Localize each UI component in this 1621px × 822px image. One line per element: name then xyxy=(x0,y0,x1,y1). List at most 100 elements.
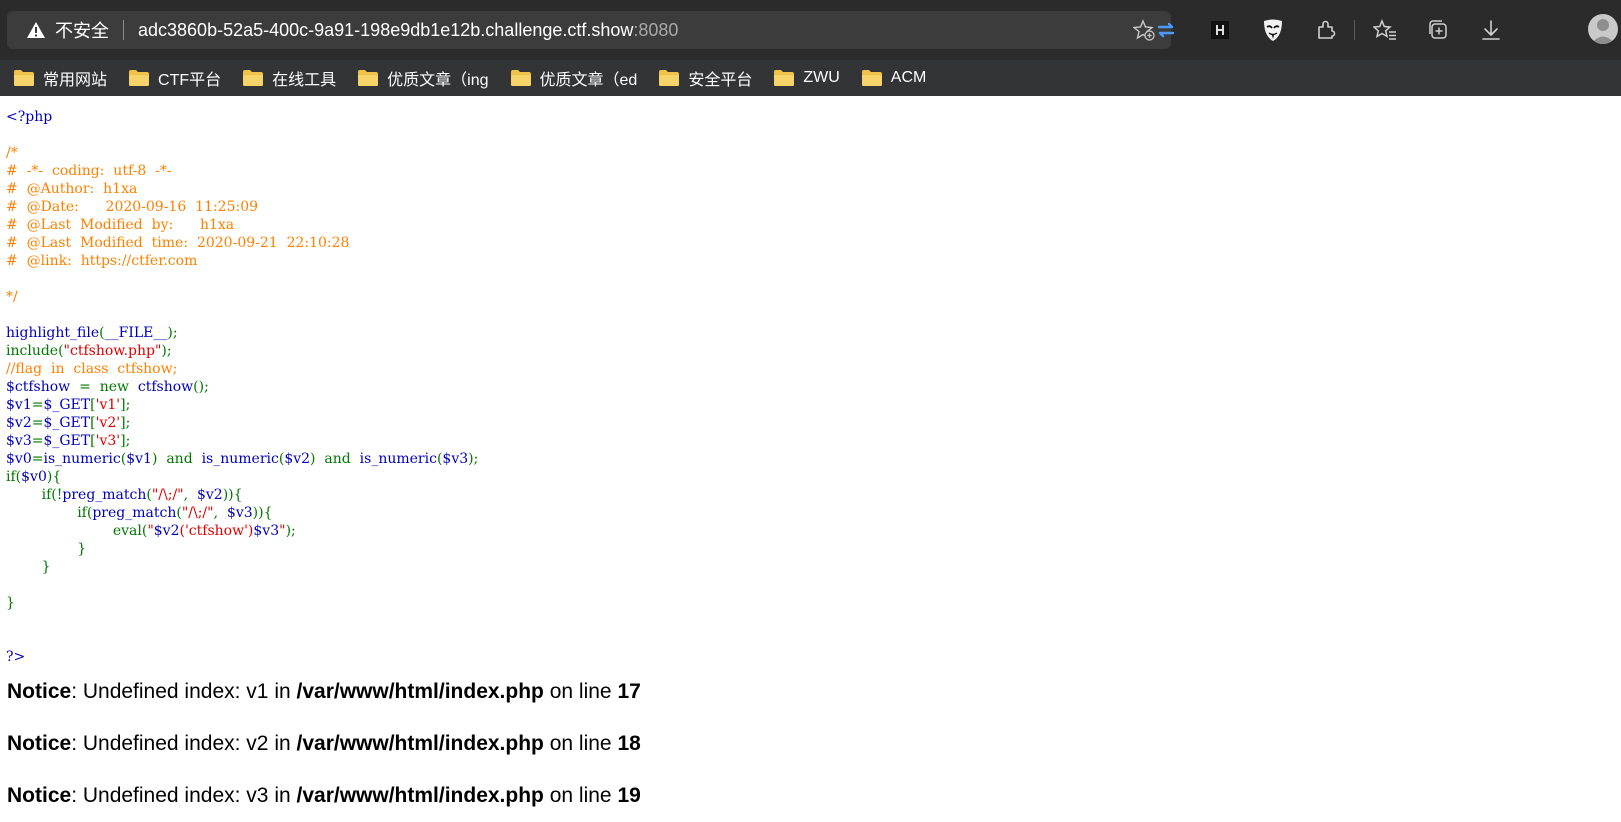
notice-label: Notice xyxy=(7,784,72,807)
folder-icon xyxy=(861,70,882,86)
code-ctfshow-call: ctfshow xyxy=(137,379,194,395)
code-v0: $v0 xyxy=(21,469,47,485)
code-key-v1: 'v1' xyxy=(95,397,121,413)
code-flag-comment: //flag in class ctfshow; xyxy=(6,361,178,377)
notice-on-line: on line xyxy=(543,784,618,807)
bookmark-label: 优质文章（ed xyxy=(539,72,638,89)
php-notices: Notice: Undefined index: v1 in /var/www/… xyxy=(7,666,641,822)
url-port: :8080 xyxy=(633,19,679,40)
code-get: $_GET xyxy=(43,433,91,449)
url-text[interactable]: adc3860b-52a5-400c-9a91-198e9db1e12b.cha… xyxy=(138,20,678,41)
notice-label: Notice xyxy=(7,732,72,755)
code-is-numeric: is_numeric xyxy=(201,451,279,467)
notice-line: Notice: Undefined index: v2 in /var/www/… xyxy=(7,718,641,770)
code-key-v3: 'v3' xyxy=(95,433,121,449)
bookmark-label: ACM xyxy=(890,69,927,86)
bookmark-folder[interactable]: 常用网站 xyxy=(0,64,115,92)
code-eval-kw: eval xyxy=(112,523,142,539)
folder-icon xyxy=(510,70,531,86)
notice-text: : Undefined index: v1 in xyxy=(71,680,297,703)
address-bar[interactable]: 不安全 adc3860b-52a5-400c-9a91-198e9db1e12b… xyxy=(7,11,1171,49)
code-v1: $v1 xyxy=(6,397,32,413)
code-v3: $v3 xyxy=(6,433,32,449)
folder-icon xyxy=(659,70,680,86)
code-include-file: "ctfshow.php" xyxy=(63,343,162,359)
downloads-icon[interactable] xyxy=(1478,17,1504,43)
code-new-kw: new xyxy=(99,379,129,395)
code-if-kw: if xyxy=(41,487,52,503)
extensions-icon[interactable] xyxy=(1313,17,1339,43)
code-v2: $v2 xyxy=(6,415,32,431)
bookmark-folder[interactable]: 优质文章（ing xyxy=(344,64,496,92)
notice-line-number: 19 xyxy=(617,784,641,807)
collections-icon[interactable] xyxy=(1425,17,1451,43)
folder-icon xyxy=(358,70,379,86)
bookmark-label: 在线工具 xyxy=(272,72,337,89)
code-is-numeric: is_numeric xyxy=(359,451,437,467)
notice-on-line: on line xyxy=(543,680,618,703)
bookmark-folder[interactable]: 安全平台 xyxy=(645,64,760,92)
favorites-icon[interactable] xyxy=(1372,17,1398,43)
browser-chrome: 不安全 adc3860b-52a5-400c-9a91-198e9db1e12b… xyxy=(0,0,1621,96)
address-separator xyxy=(123,20,124,40)
security-label[interactable]: 不安全 xyxy=(55,17,109,43)
notice-text: : Undefined index: v2 in xyxy=(71,732,297,755)
browser-toolbar: 不安全 adc3860b-52a5-400c-9a91-198e9db1e12b… xyxy=(0,0,1621,60)
code-v3: $v3 xyxy=(442,451,469,467)
notice-path: /var/www/html/index.php xyxy=(296,784,544,807)
bookmark-folder[interactable]: 优质文章（ed xyxy=(497,64,646,92)
php-open-tag: <?php xyxy=(6,109,53,125)
folder-icon xyxy=(243,70,264,86)
code-v0: $v0 xyxy=(6,451,32,467)
code-v2: $v2 xyxy=(196,487,223,503)
code-highlight-fn: highlight_file xyxy=(6,325,100,341)
code-regex: "/\;/" xyxy=(151,487,184,503)
notice-path: /var/www/html/index.php xyxy=(296,680,544,703)
code-get: $_GET xyxy=(43,415,91,431)
bookmark-folder[interactable]: ACM xyxy=(848,64,935,92)
code-ctfshow-var: $ctfshow xyxy=(6,379,71,395)
bookmark-label: CTF平台 xyxy=(158,72,222,89)
bookmark-label: ZWU xyxy=(803,69,840,86)
file-header-comment: /* # -*- coding: utf-8 -*- # @Author: h1… xyxy=(6,145,350,305)
add-favorite-icon[interactable] xyxy=(1132,19,1155,41)
code-get: $_GET xyxy=(43,397,91,413)
bookmarks-bar: 常用网站 CTF平台 在线工具 优质文章（ing 优质文章（ed 安全平台 ZW… xyxy=(0,60,1621,96)
code-eval-mid: ('ctfshow') xyxy=(179,523,254,539)
mask-extension-icon[interactable] xyxy=(1260,17,1286,43)
code-if-kw: if xyxy=(77,505,87,521)
hackbar-extension-icon[interactable] xyxy=(1207,17,1233,43)
code-file-const: __FILE__ xyxy=(104,325,168,341)
code-v3: $v3 xyxy=(253,523,280,539)
code-v1: $v1 xyxy=(126,451,152,467)
sync-extension-icon[interactable] xyxy=(1153,17,1179,43)
notice-label: Notice xyxy=(7,680,72,703)
php-close-tag: ?> xyxy=(6,649,26,665)
bookmark-label: 安全平台 xyxy=(688,72,753,89)
page-content: <?php /* # -*- coding: utf-8 -*- # @Auth… xyxy=(0,96,1621,822)
bookmark-label: 优质文章（ing xyxy=(387,72,489,89)
bookmark-folder[interactable]: 在线工具 xyxy=(229,64,344,92)
bookmark-folder[interactable]: ZWU xyxy=(760,64,847,92)
warning-icon[interactable] xyxy=(25,19,47,41)
code-key-v2: 'v2' xyxy=(95,415,121,431)
code-v2: $v2 xyxy=(284,451,311,467)
profile-avatar[interactable] xyxy=(1588,14,1618,44)
notice-line: Notice: Undefined index: v1 in /var/www/… xyxy=(7,666,641,718)
php-source-code: <?php /* # -*- coding: utf-8 -*- # @Auth… xyxy=(6,109,479,665)
code-v2: $v2 xyxy=(153,523,180,539)
code-if-kw: if xyxy=(6,469,16,485)
code-v3: $v3 xyxy=(226,505,253,521)
code-include-kw: include xyxy=(6,343,59,359)
notice-text: : Undefined index: v3 in xyxy=(71,784,297,807)
notice-line-number: 17 xyxy=(617,680,641,703)
code-and-kw: and xyxy=(166,451,193,467)
notice-path: /var/www/html/index.php xyxy=(296,732,544,755)
bookmark-folder[interactable]: CTF平台 xyxy=(115,64,229,92)
bookmark-label: 常用网站 xyxy=(43,72,108,89)
code-preg-match: preg_match xyxy=(62,487,147,503)
folder-icon xyxy=(14,70,34,86)
notice-on-line: on line xyxy=(543,732,618,755)
code-preg-match: preg_match xyxy=(92,505,177,521)
code-is-numeric: is_numeric xyxy=(43,451,121,467)
